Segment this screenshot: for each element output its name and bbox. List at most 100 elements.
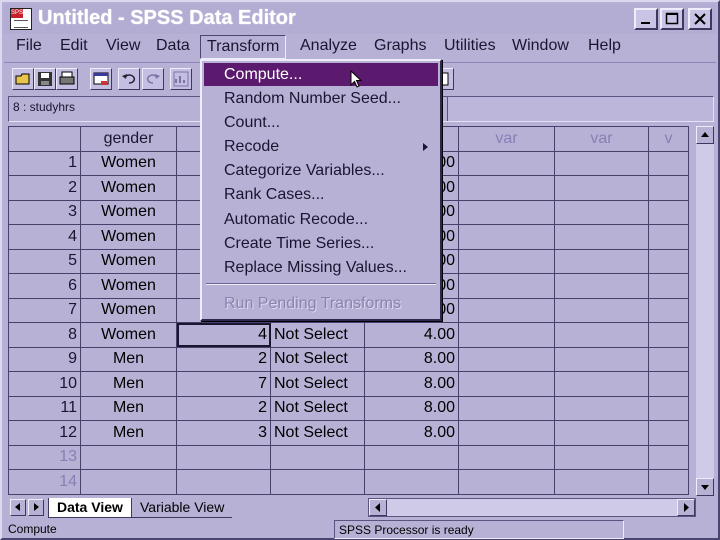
menu-transform[interactable]: Transform [200,35,287,59]
row-number[interactable]: 1 [8,150,81,176]
cell[interactable]: 8.00 [364,420,459,446]
row-number[interactable]: 14 [8,469,81,495]
cell-var[interactable] [648,224,689,250]
cell-var[interactable] [554,199,649,225]
title-bar[interactable]: SPSS Untitled - SPSS Data Editor [4,4,716,34]
cell-var[interactable] [458,273,555,299]
cell-var[interactable] [648,248,689,274]
cell-var[interactable] [554,248,649,274]
cell-studyhrs[interactable]: 4 [176,322,271,348]
row-number[interactable]: 10 [8,371,81,397]
scroll-up-button[interactable] [696,126,714,144]
cell-var[interactable] [458,322,555,348]
row-number[interactable]: 7 [8,297,81,323]
cell-var[interactable] [648,371,689,397]
cell-gender[interactable]: Men [80,371,177,397]
cell-value-input[interactable] [447,97,713,121]
scroll-down-button[interactable] [696,478,714,496]
row-number[interactable]: 2 [8,175,81,201]
menu-item-replace-missing-values[interactable]: Replace Missing Values... [204,256,438,279]
column-header[interactable]: gender [80,126,177,152]
close-button[interactable] [688,8,712,30]
cell-studyhrs[interactable]: 3 [176,420,271,446]
cell-var[interactable] [554,273,649,299]
cell-var[interactable] [648,322,689,348]
menu-item-rank-cases[interactable]: Rank Cases... [204,183,438,206]
cell-var[interactable] [458,199,555,225]
cell-var[interactable] [554,371,649,397]
column-header[interactable]: var [554,126,649,152]
minimize-button[interactable] [634,8,658,30]
scroll-right-button[interactable] [677,499,695,516]
row-number[interactable]: 4 [8,224,81,250]
cell-gender[interactable]: Women [80,273,177,299]
horizontal-scrollbar[interactable] [368,498,696,517]
spss-app-icon[interactable]: SPSS [10,8,32,30]
cell-var[interactable] [458,175,555,201]
row-number[interactable]: 3 [8,199,81,225]
row-number[interactable]: 5 [8,248,81,274]
cell-gender[interactable]: Women [80,150,177,176]
grid-corner[interactable] [8,126,81,152]
cell-gender[interactable]: Men [80,346,177,372]
row-number[interactable]: 9 [8,346,81,372]
cell-var[interactable] [458,420,555,446]
cell-var[interactable] [458,224,555,250]
menu-help[interactable]: Help [582,35,627,59]
row-number[interactable]: 6 [8,273,81,299]
cell[interactable]: 8.00 [364,371,459,397]
menu-graphs[interactable]: Graphs [368,35,432,59]
menu-item-categorize-variables[interactable]: Categorize Variables... [204,159,438,182]
cell-var[interactable] [554,224,649,250]
cell-var[interactable] [458,444,555,470]
scroll-left-button[interactable] [369,499,387,516]
cell-studyhrs[interactable]: 2 [176,395,271,421]
cell[interactable] [364,444,459,470]
menu-utilities[interactable]: Utilities [438,35,502,59]
cell-var[interactable] [554,346,649,372]
menu-analyze[interactable]: Analyze [294,35,363,59]
cell-var[interactable] [554,297,649,323]
cell[interactable]: Not Select [270,420,365,446]
cell-var[interactable] [458,371,555,397]
cell-gender[interactable]: Women [80,199,177,225]
cell-var[interactable] [648,444,689,470]
tab-variable-view[interactable]: Variable View [132,498,233,518]
cell-var[interactable] [554,444,649,470]
cell-var[interactable] [458,469,555,495]
menu-item-count[interactable]: Count... [204,111,438,134]
maximize-button[interactable] [660,8,684,30]
tab-data-view[interactable]: Data View [48,498,132,518]
save-button[interactable] [34,68,56,90]
menu-edit[interactable]: Edit [54,35,94,59]
menu-item-random-number-seed[interactable]: Random Number Seed... [204,87,438,110]
cell-gender[interactable]: Women [80,297,177,323]
cell-var[interactable] [458,297,555,323]
undo-button[interactable] [118,68,140,90]
cell-var[interactable] [458,248,555,274]
cell[interactable] [270,469,365,495]
cell[interactable]: Not Select [270,322,365,348]
cell-var[interactable] [554,150,649,176]
cell-gender[interactable]: Men [80,420,177,446]
cell-var[interactable] [554,420,649,446]
cell-gender[interactable] [80,469,177,495]
menu-item-create-time-series[interactable]: Create Time Series... [204,232,438,255]
column-header[interactable]: v [648,126,689,152]
cell-gender[interactable]: Women [80,322,177,348]
dialog-recall-button[interactable] [90,68,112,90]
cell-studyhrs[interactable]: 2 [176,346,271,372]
menu-item-compute[interactable]: Compute... [204,63,438,86]
cell[interactable] [364,469,459,495]
row-number[interactable]: 11 [8,395,81,421]
row-number[interactable]: 8 [8,322,81,348]
cell[interactable]: Not Select [270,346,365,372]
column-header[interactable]: var [458,126,555,152]
cell[interactable]: 8.00 [364,395,459,421]
tab-prev-button[interactable] [10,499,26,516]
cell-var[interactable] [458,395,555,421]
cell-gender[interactable]: Men [80,395,177,421]
cell-var[interactable] [458,346,555,372]
cell-var[interactable] [648,273,689,299]
cell[interactable]: Not Select [270,371,365,397]
